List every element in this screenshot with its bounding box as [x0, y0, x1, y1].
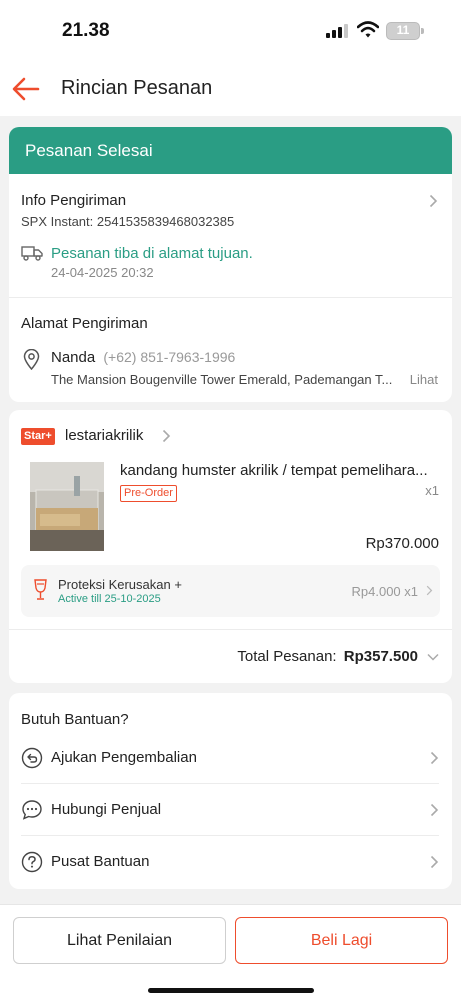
product-title[interactable]: kandang humster akrilik / tempat pemelih…	[120, 462, 440, 479]
order-total-label: Total Pesanan:	[237, 648, 337, 665]
help-item-chat-seller[interactable]: Hubungi Penjual	[21, 784, 439, 836]
location-pin-icon	[23, 349, 40, 370]
product-qty: x1	[425, 483, 439, 498]
chevron-right-icon	[430, 751, 439, 765]
protection-validity: Active till 25-10-2025	[58, 593, 161, 605]
order-summary-card: Pesanan Selesai Info Pengiriman SPX Inst…	[9, 127, 452, 402]
signal-icon	[326, 24, 348, 38]
recipient-line: Nanda (+62) 851-7963-1996	[51, 349, 235, 366]
order-total-value: Rp357.500	[343, 648, 418, 665]
status-bar: 21.38 11	[0, 0, 461, 62]
shop-name[interactable]: lestariakrilik	[65, 427, 143, 444]
help-card: Butuh Bantuan? Ajukan Pengembalian Hubun…	[9, 693, 452, 889]
shield-glass-icon	[34, 579, 47, 600]
chevron-right-icon	[430, 803, 439, 817]
shipping-info-title: Info Pengiriman	[21, 192, 127, 209]
protection-row[interactable]: Proteksi Kerusakan + Active till 25-10-2…	[21, 565, 440, 617]
chevron-down-icon[interactable]	[427, 653, 439, 661]
app-bar: Rincian Pesanan	[0, 62, 461, 116]
chevron-right-icon	[426, 585, 433, 596]
return-icon	[21, 747, 43, 769]
divider	[9, 629, 452, 630]
shipping-event: Pesanan tiba di alamat tujuan.	[51, 245, 253, 262]
address-section: Alamat Pengiriman Nanda (+62) 851-7963-1…	[9, 297, 452, 402]
page-title: Rincian Pesanan	[61, 77, 213, 99]
tracking-number: SPX Instant: 2541535839468032385	[21, 214, 235, 229]
bottom-action-bar: Lihat Penilaian Beli Lagi	[0, 904, 461, 1000]
help-item-label: Ajukan Pengembalian	[51, 749, 197, 766]
order-status-label: Pesanan Selesai	[25, 141, 153, 160]
battery-level: 11	[396, 23, 410, 37]
help-title: Butuh Bantuan?	[21, 711, 129, 728]
truck-icon	[21, 246, 43, 261]
shop-order-card: Star+ lestariakrilik kandang humster akr…	[9, 410, 452, 683]
pre-order-tag: Pre-Order	[120, 485, 177, 502]
see-address-link[interactable]: Lihat	[410, 372, 438, 387]
status-time: 21.38	[62, 20, 110, 41]
chevron-right-icon	[429, 194, 438, 208]
view-rating-button[interactable]: Lihat Penilaian	[13, 917, 226, 964]
home-indicator	[148, 988, 314, 993]
buy-again-button[interactable]: Beli Lagi	[235, 917, 448, 964]
chevron-right-icon	[162, 429, 171, 443]
help-item-help-center[interactable]: Pusat Bantuan	[21, 836, 439, 888]
help-item-return[interactable]: Ajukan Pengembalian	[21, 732, 439, 784]
chat-icon	[22, 800, 42, 820]
help-icon	[21, 851, 43, 873]
product-price: Rp370.000	[365, 535, 439, 552]
back-arrow-icon[interactable]	[12, 76, 40, 102]
help-item-label: Pusat Bantuan	[51, 853, 150, 870]
battery-icon: 11	[386, 22, 424, 40]
recipient-name: Nanda	[51, 349, 96, 366]
chevron-right-icon	[430, 855, 439, 869]
protection-title: Proteksi Kerusakan +	[58, 577, 182, 592]
order-total[interactable]: Total Pesanan: Rp357.500	[237, 648, 418, 665]
protection-price: Rp4.000 x1	[351, 584, 419, 599]
address-title: Alamat Pengiriman	[21, 315, 148, 332]
shipping-info-section[interactable]: Info Pengiriman SPX Instant: 25415358394…	[9, 174, 452, 297]
shipping-event-time: 24-04-2025 20:32	[51, 265, 154, 280]
help-item-label: Hubungi Penjual	[51, 801, 162, 818]
address-line: The Mansion Bougenville Tower Emerald, P…	[51, 372, 393, 387]
recipient-phone: (+62) 851-7963-1996	[103, 349, 236, 365]
star-plus-badge: Star+	[21, 428, 55, 445]
order-status-banner: Pesanan Selesai	[9, 127, 452, 174]
product-image[interactable]	[30, 462, 104, 551]
wifi-icon	[357, 21, 379, 38]
